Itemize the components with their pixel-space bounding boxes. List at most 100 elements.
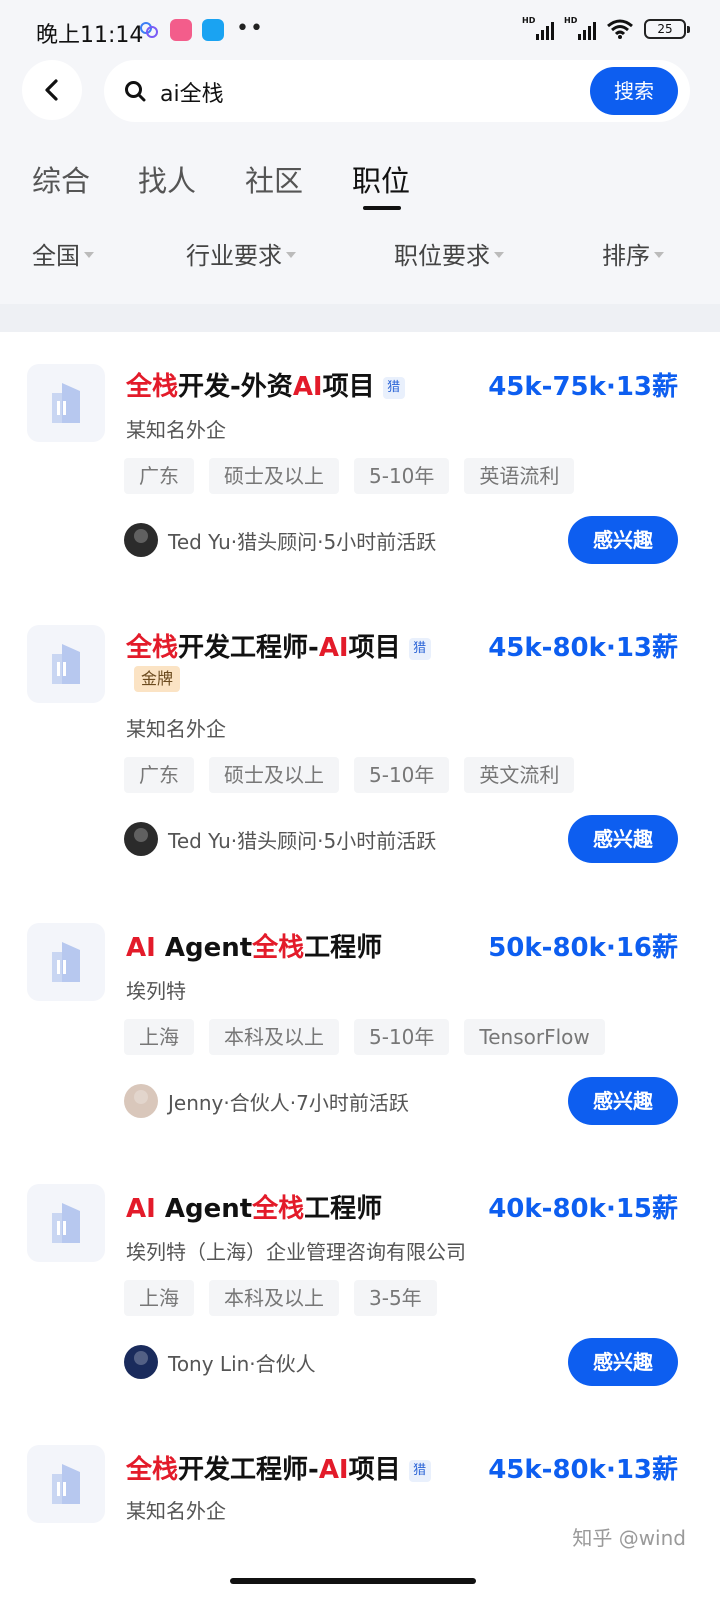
building-icon	[52, 942, 80, 982]
tag-education: 本科及以上	[209, 1019, 339, 1055]
recruiter-info: Ted Yu·猎头顾问·5小时前活跃	[124, 523, 436, 557]
avatar	[124, 1084, 158, 1118]
company-name: 某知名外企	[126, 1499, 226, 1523]
caret-down-icon	[654, 251, 664, 258]
job-list: 全栈开发-外资AI项目猎 45k-75k·13薪 某知名外企 广东 硕士及以上 …	[0, 332, 720, 1600]
building-icon	[52, 383, 80, 423]
filter-bar: 全国 行业要求 职位要求 排序	[0, 236, 720, 276]
headhunter-badge: 猎	[382, 376, 405, 399]
recruiter-info: Tony Lin·合伙人	[124, 1345, 316, 1379]
battery-icon: 25	[644, 19, 690, 39]
search-icon	[125, 81, 146, 102]
company-logo	[27, 1184, 105, 1262]
recruiter-text: Jenny·合伙人·7小时前活跃	[168, 1090, 409, 1115]
recruiter-text: Ted Yu·猎头顾问·5小时前活跃	[168, 828, 437, 853]
interested-button[interactable]: 感兴趣	[568, 1338, 678, 1386]
avatar	[124, 822, 158, 856]
chat-app-icon	[202, 19, 224, 41]
tab-positions[interactable]: 职位	[352, 158, 410, 200]
caret-down-icon	[286, 251, 296, 258]
interested-button[interactable]: 感兴趣	[568, 516, 678, 564]
job-salary: 50k-80k·16薪	[488, 933, 678, 963]
filter-region[interactable]: 全国	[32, 236, 94, 271]
home-indicator[interactable]	[230, 1578, 476, 1584]
job-tags: 上海 本科及以上 5-10年 TensorFlow	[124, 1019, 605, 1055]
recruiter-text: Tony Lin·合伙人	[168, 1351, 316, 1376]
divider	[0, 304, 720, 332]
avatar	[124, 1345, 158, 1379]
job-title: 全栈开发-外资AI项目猎	[126, 366, 405, 403]
interested-button[interactable]: 感兴趣	[568, 1077, 678, 1125]
job-tags: 广东 硕士及以上 5-10年 英语流利	[124, 458, 575, 494]
tag-education: 本科及以上	[209, 1280, 339, 1316]
company-logo	[27, 923, 105, 1001]
cloud-app-icon	[138, 19, 160, 41]
recruiter-text: Ted Yu·猎头顾问·5小时前活跃	[168, 529, 437, 554]
job-tags: 上海 本科及以上 3-5年	[124, 1280, 437, 1316]
tag-location: 上海	[124, 1280, 194, 1316]
signal-icon: HD	[522, 16, 554, 40]
tab-people[interactable]: 找人	[138, 158, 196, 200]
filter-region-label: 全国	[32, 242, 80, 270]
company-logo	[27, 1445, 105, 1523]
search-button[interactable]: 搜索	[590, 67, 678, 115]
job-salary: 45k-80k·13薪	[488, 633, 678, 663]
filter-industry-label: 行业要求	[186, 242, 282, 270]
caret-down-icon	[84, 251, 94, 258]
tab-community[interactable]: 社区	[245, 158, 303, 200]
tag-location: 广东	[124, 458, 194, 494]
company-name: 埃列特（上海）企业管理咨询有限公司	[126, 1240, 466, 1264]
job-salary: 45k-75k·13薪	[488, 372, 678, 402]
more-notifications-icon: ••	[236, 16, 264, 41]
filter-sort[interactable]: 排序	[602, 236, 664, 271]
company-logo	[27, 625, 105, 703]
building-icon	[52, 644, 80, 684]
company-logo	[27, 364, 105, 442]
tag-education: 硕士及以上	[209, 757, 339, 793]
tag-location: 上海	[124, 1019, 194, 1055]
wifi-icon	[607, 19, 633, 39]
building-icon	[52, 1464, 80, 1504]
avatar	[124, 523, 158, 557]
recruiter-info: Ted Yu·猎头顾问·5小时前活跃	[124, 822, 436, 856]
search-input[interactable]: ai全栈 搜索	[104, 60, 690, 122]
tag-skill: 英文流利	[464, 757, 575, 793]
job-title: 全栈开发工程师-AI项目猎	[126, 1449, 431, 1486]
filter-position[interactable]: 职位要求	[394, 236, 504, 271]
watermark: 知乎 @wind	[572, 1526, 686, 1550]
headhunter-badge: 猎	[408, 637, 431, 660]
tag-education: 硕士及以上	[209, 458, 339, 494]
tab-comprehensive[interactable]: 综合	[32, 158, 90, 200]
signal-icon-2: HD	[564, 16, 596, 40]
bilibili-app-icon	[170, 19, 192, 41]
tag-skill: TensorFlow	[464, 1019, 605, 1055]
job-salary: 40k-80k·15薪	[488, 1194, 678, 1224]
tag-experience: 3-5年	[354, 1280, 437, 1316]
status-bar: 晚上11:14 •• HD HD 25	[0, 0, 720, 60]
building-icon	[52, 1203, 80, 1243]
status-time: 晚上11:14	[36, 23, 144, 48]
active-tab-indicator	[363, 206, 401, 210]
interested-button[interactable]: 感兴趣	[568, 815, 678, 863]
job-salary: 45k-80k·13薪	[488, 1455, 678, 1485]
chevron-left-icon	[45, 79, 58, 101]
company-name: 某知名外企	[126, 717, 226, 741]
job-title: 全栈开发工程师-AI项目猎	[126, 627, 431, 664]
job-tags: 广东 硕士及以上 5-10年 英文流利	[124, 757, 575, 793]
headhunter-badge: 猎	[408, 1459, 431, 1482]
company-name: 某知名外企	[126, 418, 226, 442]
tag-experience: 5-10年	[354, 1019, 450, 1055]
back-button[interactable]	[22, 60, 82, 120]
filter-position-label: 职位要求	[394, 242, 490, 270]
job-title: AI Agent全栈工程师	[126, 933, 383, 963]
caret-down-icon	[494, 251, 504, 258]
filter-sort-label: 排序	[602, 242, 650, 270]
recruiter-info: Jenny·合伙人·7小时前活跃	[124, 1084, 409, 1118]
company-name: 埃列特	[126, 979, 186, 1003]
tag-location: 广东	[124, 757, 194, 793]
gold-badge: 金牌	[134, 666, 181, 692]
tag-experience: 5-10年	[354, 757, 450, 793]
filter-industry[interactable]: 行业要求	[186, 236, 296, 271]
tab-bar: 综合 找人 社区 职位	[0, 158, 720, 218]
search-query: ai全栈	[160, 82, 224, 107]
